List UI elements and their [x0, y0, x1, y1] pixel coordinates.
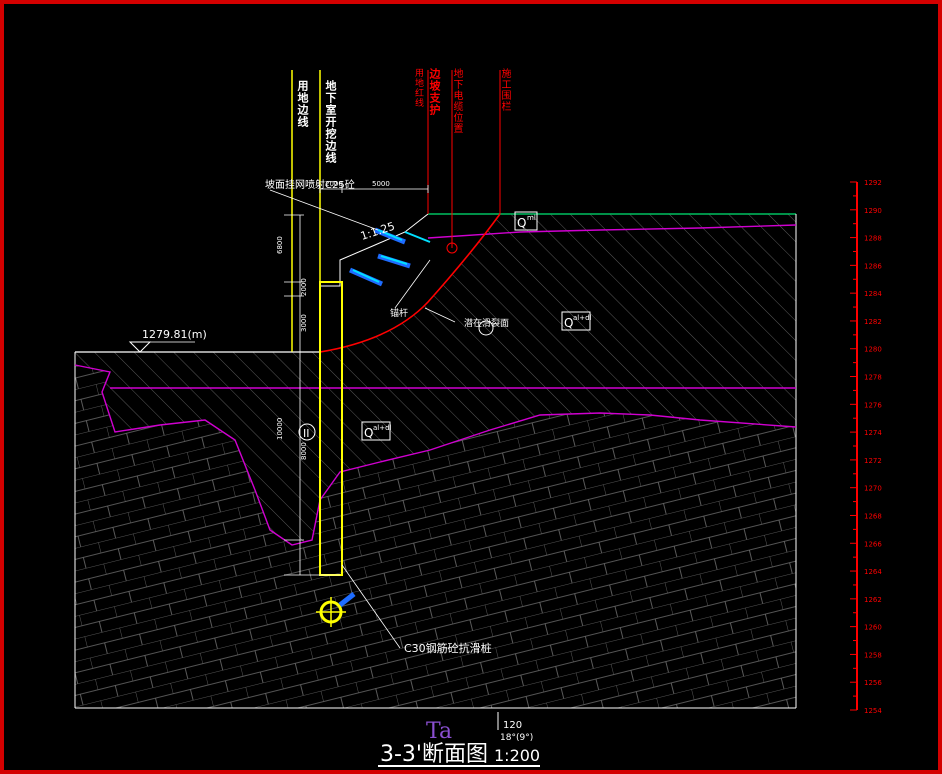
rock-label: Ta	[426, 719, 452, 744]
layer-label-alluvium-lower-sup: al+dl	[373, 424, 392, 432]
dim-left-mid1: 2000	[300, 278, 308, 296]
scale-tick-label: 1280	[864, 346, 882, 354]
strike-value: 120	[503, 720, 522, 731]
scale-tick-label: 1290	[864, 207, 882, 215]
scale-tick-label: 1260	[864, 624, 882, 632]
scale-tick-label: 1272	[864, 457, 882, 465]
scale-tick-label: 1282	[864, 318, 882, 326]
section-drawing: 1292 1290 1288 1286 1284 1282 1280 1278 1276 1274…	[74, 70, 882, 767]
dim-top-right: 5000	[372, 180, 390, 188]
dim-left-mid2: 3000	[300, 314, 308, 332]
scale-tick-label: 1274	[864, 429, 882, 437]
scale-tick-label: 1288	[864, 235, 882, 243]
scale-tick-label: 1266	[864, 540, 882, 548]
dim-pile-length: 8000	[300, 442, 308, 460]
label-pipe-position: 地下电缆位置	[451, 68, 462, 134]
label-slope-support: 边坡支护	[428, 68, 441, 116]
scale-tick-label: 1258	[864, 651, 882, 659]
note-pile: C30钢筋砼抗滑桩	[404, 641, 492, 655]
scale-tick-label: 1254	[864, 707, 882, 715]
label-red-line: 用地红线	[413, 68, 423, 108]
label-excavation-line: 地下室开挖边线	[324, 80, 337, 164]
scale-tick-label: 1286	[864, 262, 882, 270]
drawing-title: 3-3'断面图	[380, 742, 488, 767]
scale-tick-label: 1284	[864, 290, 882, 298]
layer-label-fill: Q	[517, 216, 526, 230]
elevation-label: 1279.81(m)	[142, 328, 207, 341]
scale-tick-label: 1270	[864, 485, 882, 493]
drawing-scale: 1:200	[494, 746, 540, 765]
elevation-marker	[128, 341, 152, 353]
slope-ratio: 1:1.25	[359, 220, 396, 243]
scale-tick-label: 1264	[864, 568, 882, 576]
dim-left-lower: 10000	[276, 418, 284, 440]
dip-value: 18°(9°)	[500, 733, 533, 743]
layer-label-alluvium-upper-sup: al+dl	[573, 314, 592, 322]
label-boundary-line: 用地边线	[296, 80, 309, 128]
scale-tick-label: 1278	[864, 374, 882, 382]
elevation-scale-bar: 1292 1290 1288 1286 1284 1282 1280 1278 1276 1274…	[850, 179, 882, 715]
dim-top-left: 2000	[325, 180, 343, 188]
scale-tick-label: 1268	[864, 512, 882, 520]
note-anchor: 锚杆	[390, 307, 408, 319]
scale-tick-label: 1256	[864, 679, 882, 687]
scale-tick-label: 1262	[864, 596, 882, 604]
scale-tick-label: 1276	[864, 401, 882, 409]
layer-label-fill-sup: ml	[527, 214, 536, 222]
label-construction-fence: 施工围栏	[499, 68, 510, 112]
scale-tick-label: 1292	[864, 179, 882, 187]
dim-left-upper: 6800	[276, 236, 284, 254]
pile-tag: II	[303, 427, 310, 440]
note-slip: 潜在滑裂面	[464, 317, 509, 329]
